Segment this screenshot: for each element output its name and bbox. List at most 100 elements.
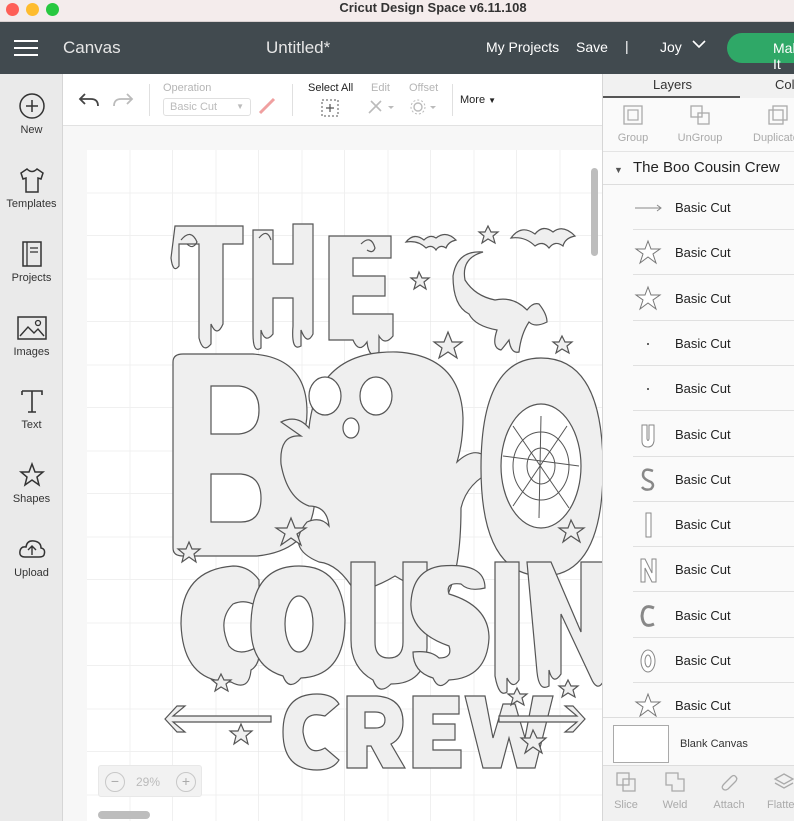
- ghost-eye: [308, 376, 342, 416]
- blank-canvas-swatch[interactable]: [613, 725, 669, 763]
- shapes-icon: [18, 461, 45, 487]
- make-it-button[interactable]: Make It: [727, 33, 794, 72]
- select-all-label[interactable]: Select All: [308, 82, 353, 94]
- star-thumb-icon: [634, 239, 662, 265]
- design-canvas[interactable]: [63, 126, 602, 821]
- letter-e-shape[interactable]: [328, 235, 394, 355]
- nav-new[interactable]: New: [0, 92, 63, 136]
- nav-shapes[interactable]: Shapes: [0, 461, 63, 505]
- more-menu[interactable]: More ▼: [460, 94, 496, 106]
- letter-u-thumb-icon: [641, 424, 655, 448]
- layer-row[interactable]: Basic Cut: [633, 366, 794, 412]
- tab-color-sync[interactable]: Color Sync: [775, 77, 794, 92]
- canvas-artwork: [87, 150, 602, 821]
- document-title[interactable]: Untitled*: [266, 38, 330, 58]
- layer-row[interactable]: Basic Cut: [633, 547, 794, 593]
- layer-row[interactable]: Basic Cut: [633, 638, 794, 683]
- cloud-upload-icon: [18, 540, 45, 558]
- collapse-triangle-icon[interactable]: ▼: [614, 165, 623, 175]
- flatten-button[interactable]: Flatten: [767, 771, 794, 811]
- group-name: The Boo Cousin Crew: [633, 159, 780, 176]
- nav-projects[interactable]: Projects: [0, 240, 63, 284]
- letter-i-thumb-icon: [645, 512, 652, 538]
- letter-e2-shape[interactable]: [412, 695, 462, 769]
- nav-templates-label: Templates: [6, 198, 57, 210]
- toolbar-divider: [292, 84, 293, 116]
- group-button[interactable]: Group: [615, 104, 651, 144]
- ungroup-icon: [690, 105, 710, 125]
- layer-row[interactable]: Basic Cut: [633, 276, 794, 321]
- panel-tabs: Layers Color Sync: [603, 74, 794, 98]
- nav-text-label: Text: [21, 419, 42, 431]
- star-thumb-icon: [634, 285, 662, 310]
- layer-name: Basic Cut: [675, 245, 731, 261]
- letter-i-shape[interactable]: [494, 561, 520, 694]
- ungroup-button[interactable]: UnGroup: [675, 104, 725, 144]
- edit-toolbar: Operation Basic Cut ▼ Select All Edit Off…: [63, 74, 602, 126]
- chevron-down-icon[interactable]: [692, 39, 706, 49]
- letter-s-shape[interactable]: [410, 564, 490, 687]
- window-title: Cricut Design Space v6.11.108: [339, 0, 527, 15]
- slice-icon: [616, 772, 636, 792]
- section-title: Canvas: [63, 38, 121, 57]
- offset-icon[interactable]: [408, 98, 438, 116]
- nav-upload-label: Upload: [14, 567, 49, 579]
- layer-name: Basic Cut: [675, 698, 731, 714]
- nav-images[interactable]: Images: [0, 314, 63, 358]
- plus-circle-icon: [18, 93, 45, 119]
- letter-s-thumb-icon: [641, 468, 655, 491]
- zoom-out-button[interactable]: −: [105, 772, 125, 792]
- nav-new-label: New: [20, 124, 43, 136]
- group-icon: [623, 105, 643, 125]
- layer-row[interactable]: Basic Cut: [633, 321, 794, 366]
- canvas-vertical-scrollbar[interactable]: [591, 168, 598, 256]
- zoom-level: 29%: [136, 775, 161, 789]
- toolbar-divider: [149, 84, 150, 116]
- my-projects-link[interactable]: My Projects: [486, 39, 559, 55]
- slice-button[interactable]: Slice: [611, 771, 641, 811]
- flatten-label: Flatten: [767, 799, 794, 811]
- redo-icon[interactable]: [111, 90, 135, 110]
- weld-button[interactable]: Weld: [659, 771, 691, 811]
- layer-row[interactable]: Basic Cut: [633, 593, 794, 638]
- hamburger-menu-icon[interactable]: [14, 40, 38, 57]
- left-sidebar: New Templates Projects Images Text Shape…: [0, 74, 63, 821]
- blank-canvas-row[interactable]: Blank Canvas: [603, 717, 794, 765]
- nav-upload[interactable]: Upload: [0, 535, 63, 579]
- nav-shapes-label: Shapes: [12, 493, 51, 505]
- layer-row[interactable]: Basic Cut: [633, 457, 794, 502]
- pen-color-icon[interactable]: [257, 96, 277, 116]
- layer-row[interactable]: Basic Cut: [633, 412, 794, 457]
- layer-name: Basic Cut: [675, 653, 731, 668]
- zoom-in-button[interactable]: +: [176, 772, 196, 792]
- ghost-mouth: [342, 417, 360, 439]
- user-menu[interactable]: Joy: [660, 39, 682, 55]
- flatten-icon: [773, 773, 794, 789]
- toolbar-divider: [452, 84, 453, 116]
- canvas-horizontal-scrollbar[interactable]: [98, 811, 150, 819]
- attach-button[interactable]: Attach: [709, 771, 749, 811]
- layer-group[interactable]: ▼ The Boo Cousin Crew: [603, 152, 794, 185]
- undo-icon[interactable]: [77, 90, 101, 110]
- weld-label: Weld: [662, 799, 688, 811]
- edit-tools-icon[interactable]: [366, 98, 396, 116]
- layer-name: Basic Cut: [675, 517, 731, 533]
- nav-text[interactable]: Text: [0, 387, 63, 431]
- duplicate-button[interactable]: Duplicate: [753, 104, 794, 144]
- layer-name: Basic Cut: [675, 200, 731, 215]
- nav-templates[interactable]: Templates: [0, 166, 63, 210]
- letter-c-thumb-icon: [640, 604, 655, 627]
- layer-name: Basic Cut: [675, 335, 731, 351]
- tab-layers[interactable]: Layers: [653, 77, 692, 92]
- layer-row[interactable]: Basic Cut: [633, 683, 794, 717]
- save-button[interactable]: Save: [576, 39, 608, 55]
- make-it-label: Make It: [773, 40, 794, 72]
- layer-row[interactable]: Basic Cut: [633, 502, 794, 548]
- star-thumb-icon: [634, 692, 662, 717]
- layer-row[interactable]: Basic Cut: [633, 230, 794, 276]
- blank-canvas-label: Blank Canvas: [680, 738, 748, 750]
- caret-down-icon: ▼: [236, 102, 244, 111]
- operation-select[interactable]: Basic Cut ▼: [163, 98, 251, 116]
- layer-row[interactable]: Basic Cut: [633, 185, 794, 230]
- select-all-icon[interactable]: [321, 99, 339, 117]
